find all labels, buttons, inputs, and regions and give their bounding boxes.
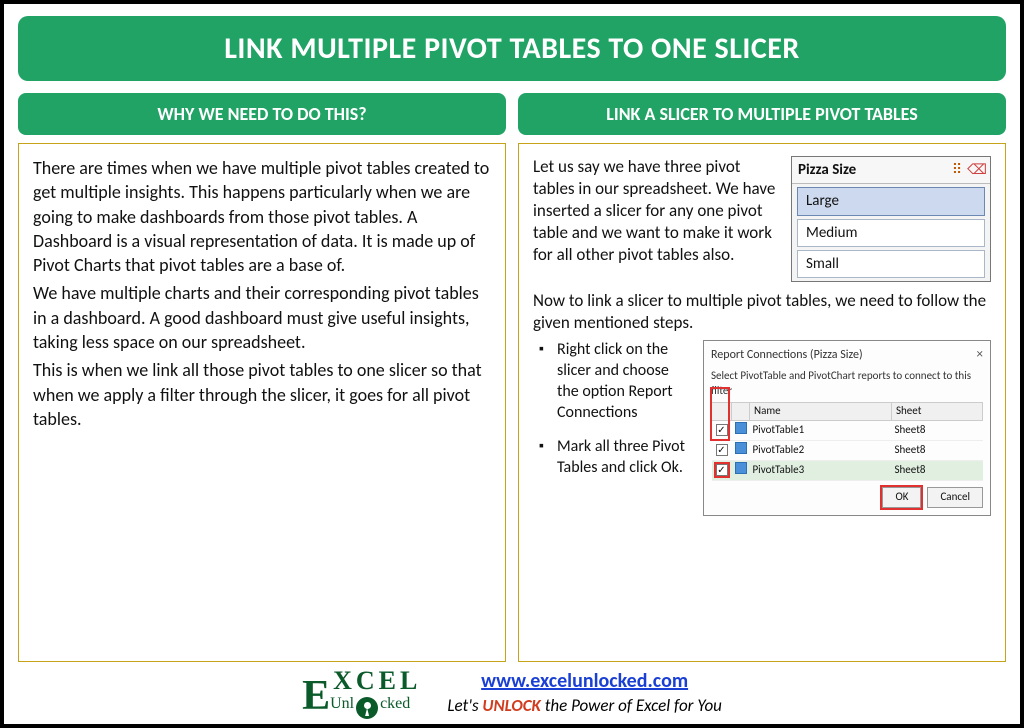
steps-list: Right click on the slicer and choose the… <box>533 340 693 515</box>
dialog-table: Name Sheet ✓ PivotTable1 Sheet8 ✓ <box>711 402 983 480</box>
table-row[interactable]: ✓ PivotTable2 Sheet8 <box>712 441 983 461</box>
row-sheet: Sheet8 <box>891 441 982 461</box>
clear-filter-icon[interactable]: ⌫ <box>970 163 984 177</box>
row-name: PivotTable3 <box>750 460 892 480</box>
tagline-post: the Power of Excel for You <box>541 695 722 716</box>
footer: E XCEL Unl cked www.excelunlocked.com Le… <box>18 662 1006 716</box>
steps-row: Right click on the slicer and choose the… <box>533 340 991 515</box>
dialog-subtitle: Select PivotTable and PivotChart reports… <box>711 369 983 399</box>
content-columns: WHY WE NEED TO DO THIS? There are times … <box>18 93 1006 662</box>
logo-text-xcel: XCEL <box>333 668 421 694</box>
dialog-title-text: Report Connections (Pizza Size) <box>711 347 863 363</box>
footer-link[interactable]: www.excelunlocked.com <box>481 669 688 693</box>
row-name: PivotTable2 <box>750 441 892 461</box>
cancel-button[interactable]: Cancel <box>927 487 983 508</box>
col-name-header: Name <box>750 403 892 421</box>
pivot-icon <box>735 462 747 474</box>
step-2: Mark all three Pivot Tables and click Ok… <box>539 437 693 479</box>
left-column: WHY WE NEED TO DO THIS? There are times … <box>18 93 506 662</box>
logo-subtext-2: cked <box>380 695 410 713</box>
logo-subtext: Unl <box>330 695 354 713</box>
left-para-1: There are times when we have multiple pi… <box>33 156 491 277</box>
checkbox-icon[interactable]: ✓ <box>716 444 728 456</box>
pivot-icon <box>735 422 747 434</box>
left-para-2: We have multiple charts and their corres… <box>33 281 491 354</box>
logo-letter-e: E <box>302 678 330 716</box>
row-sheet: Sheet8 <box>891 421 982 441</box>
tagline-unlock: UNLOCK <box>482 695 540 716</box>
keyhole-icon <box>356 697 378 719</box>
tagline: Let's UNLOCK the Power of Excel for You <box>447 695 722 716</box>
pivot-icon <box>735 442 747 454</box>
multi-select-icon[interactable]: ⠿ <box>950 163 964 177</box>
slicer-header: Pizza Size ⠿ ⌫ <box>792 157 990 184</box>
left-body: There are times when we have multiple pi… <box>18 143 506 662</box>
right-intro-text: Let us say we have three pivot tables in… <box>533 156 781 282</box>
page-title: LINK MULTIPLE PIVOT TABLES TO ONE SLICER <box>18 16 1006 81</box>
report-connections-dialog[interactable]: Report Connections (Pizza Size) × Select… <box>703 340 991 515</box>
right-body: Let us say we have three pivot tables in… <box>518 143 1006 662</box>
row-name: PivotTable1 <box>750 421 892 441</box>
slicer-item-small[interactable]: Small <box>797 250 985 278</box>
tagline-pre: Let's <box>447 695 482 716</box>
col-sheet-header: Sheet <box>891 403 982 421</box>
footer-text: www.excelunlocked.com Let's UNLOCK the P… <box>447 669 722 716</box>
dialog-titlebar: Report Connections (Pizza Size) × <box>711 346 983 364</box>
slicer-title: Pizza Size <box>798 160 856 180</box>
row-sheet: Sheet8 <box>891 460 982 480</box>
right-lead-text: Now to link a slicer to multiple pivot t… <box>533 290 991 334</box>
checkbox-icon[interactable]: ✓ <box>716 424 728 436</box>
right-header: LINK A SLICER TO MULTIPLE PIVOT TABLES <box>518 93 1006 135</box>
slicer-panel[interactable]: Pizza Size ⠿ ⌫ Large Medium Small <box>791 156 991 282</box>
infographic-frame: LINK MULTIPLE PIVOT TABLES TO ONE SLICER… <box>0 0 1024 728</box>
logo: E XCEL Unl cked <box>302 668 421 716</box>
table-row[interactable]: ✓ PivotTable1 Sheet8 <box>712 421 983 441</box>
checkbox-icon[interactable]: ✓ <box>716 464 728 476</box>
slicer-item-medium[interactable]: Medium <box>797 219 985 247</box>
slicer-item-large[interactable]: Large <box>797 187 985 215</box>
left-para-3: This is when we link all those pivot tab… <box>33 358 491 431</box>
close-icon[interactable]: × <box>977 346 983 364</box>
right-intro-row: Let us say we have three pivot tables in… <box>533 156 991 282</box>
left-header: WHY WE NEED TO DO THIS? <box>18 93 506 135</box>
ok-button[interactable]: OK <box>882 487 921 508</box>
right-column: LINK A SLICER TO MULTIPLE PIVOT TABLES L… <box>518 93 1006 662</box>
dialog-header-row: Name Sheet <box>712 403 983 421</box>
table-row[interactable]: ✓ PivotTable3 Sheet8 <box>712 460 983 480</box>
step-1: Right click on the slicer and choose the… <box>539 340 693 423</box>
